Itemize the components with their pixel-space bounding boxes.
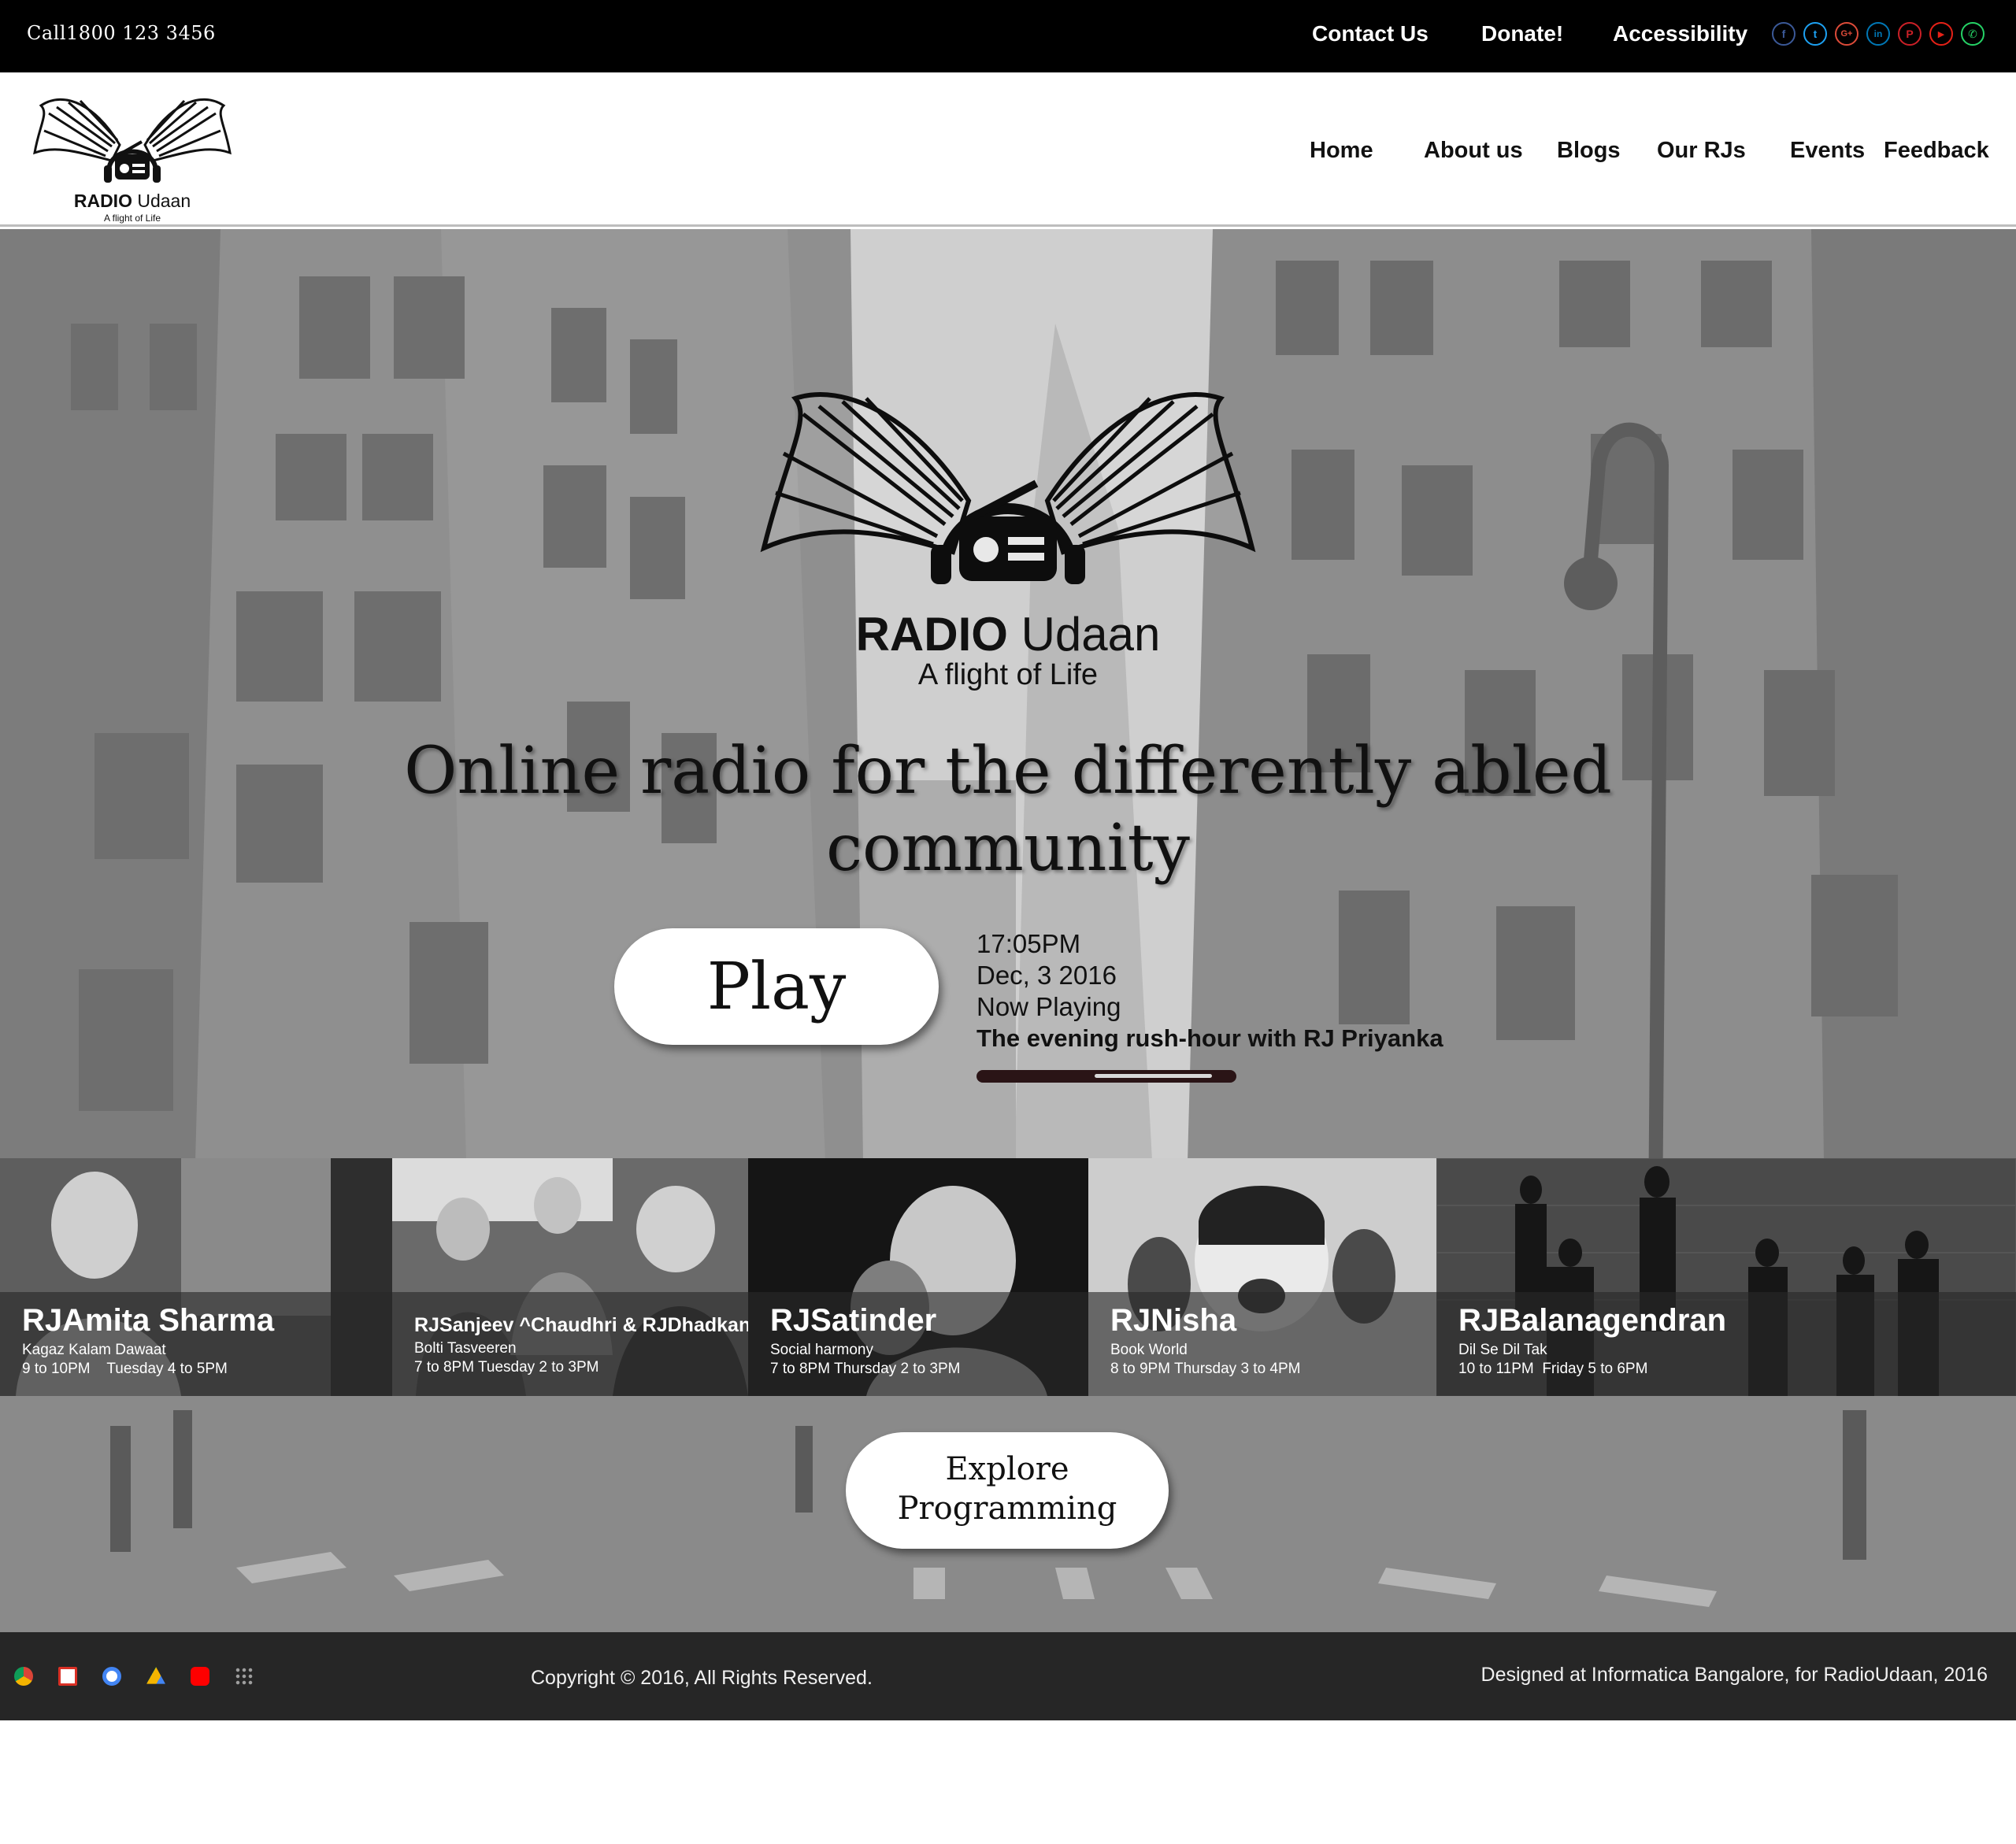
donate-link[interactable]: Donate! [1481, 21, 1563, 46]
google-plus-icon[interactable]: G+ [1835, 22, 1858, 46]
hero-winged-radio-icon [760, 392, 1256, 584]
site-header: RADIO Udaan A flight of Life Home About … [0, 72, 2016, 227]
hero-brand: RADIO Udaan [855, 608, 1161, 661]
twitter-icon[interactable]: t [1803, 22, 1827, 46]
rj-caption: RJNisha Book World 8 to 9PM Thursday 3 t… [1088, 1292, 1436, 1396]
rj-caption: RJSanjeev ^Chaudhri & RJDhadkan Bolti Ta… [392, 1292, 748, 1396]
playback-progress-bar[interactable] [976, 1070, 1236, 1083]
linkedin-icon[interactable]: in [1866, 22, 1890, 46]
rj-time: 10 to 11PM Friday 5 to 6PM [1458, 1361, 1648, 1377]
rj-card-amita[interactable]: RJAmita Sharma Kagaz Kalam Dawaat 9 to 1… [0, 1158, 392, 1396]
whatsapp-icon[interactable]: ✆ [1961, 22, 1984, 46]
rj-name: RJSanjeev ^Chaudhri & RJDhadkan [414, 1314, 748, 1336]
hero-section: RADIO Udaan A flight of Life Online radi… [0, 229, 2016, 1632]
rj-card-nisha[interactable]: RJNisha Book World 8 to 9PM Thursday 3 t… [1088, 1158, 1436, 1396]
gmail-icon[interactable] [58, 1667, 77, 1686]
chrome-icon[interactable] [14, 1667, 33, 1686]
copyright-text: Copyright © 2016, All Rights Reserved. [531, 1667, 873, 1689]
rj-name: RJNisha [1110, 1303, 1237, 1338]
nav-about-us[interactable]: About us [1424, 138, 1523, 164]
nav-home[interactable]: Home [1310, 138, 1373, 164]
rj-card-satinder[interactable]: RJSatinder Social harmony 7 to 8PM Thurs… [748, 1158, 1088, 1396]
hero-tagline: A flight of Life [917, 658, 1099, 691]
now-playing-label: Now Playing [976, 992, 1121, 1021]
accessibility-link[interactable]: Accessibility [1613, 21, 1747, 46]
current-time: 17:05PM [976, 929, 1081, 958]
nav-blogs[interactable]: Blogs [1557, 138, 1621, 164]
nav-events[interactable]: Events [1790, 138, 1865, 164]
rj-name: RJAmita Sharma [22, 1303, 275, 1338]
site-logo[interactable]: RADIO Udaan A flight of Life [33, 90, 232, 224]
pinterest-icon[interactable]: P [1898, 22, 1922, 46]
current-date: Dec, 3 2016 [976, 961, 1117, 990]
logo-brand: RADIO Udaan [73, 191, 191, 211]
rj-show: Social harmony [770, 1342, 873, 1358]
social-links: f t G+ in P ▶ ✆ [1772, 22, 1984, 46]
rj-show: Book World [1110, 1342, 1188, 1358]
rj-caption: RJAmita Sharma Kagaz Kalam Dawaat 9 to 1… [0, 1292, 392, 1396]
rj-time: 7 to 8PM Thursday 2 to 3PM [770, 1361, 961, 1377]
app-shortcuts [14, 1667, 254, 1686]
now-playing-show: The evening rush-hour with RJ Priyanka [976, 1024, 1443, 1052]
rj-strip: RJAmita Sharma Kagaz Kalam Dawaat 9 to 1… [0, 1158, 2016, 1396]
rj-name: RJSatinder [770, 1303, 937, 1338]
rj-caption: RJSatinder Social harmony 7 to 8PM Thurs… [748, 1292, 1088, 1396]
drive-icon[interactable] [146, 1667, 165, 1684]
nav-feedback[interactable]: Feedback [1884, 138, 1989, 164]
site-footer: Copyright © 2016, All Rights Reserved. D… [0, 1632, 2016, 1720]
youtube-icon[interactable]: ▶ [1929, 22, 1953, 46]
rj-card-balanagendran[interactable]: RJBalanagendran Dil Se Dil Tak 10 to 11P… [1436, 1158, 2016, 1396]
youtube-icon[interactable] [191, 1667, 209, 1686]
logo-tagline: A flight of Life [103, 213, 161, 224]
rj-show: Dil Se Dil Tak [1458, 1342, 1547, 1358]
google-icon[interactable] [102, 1667, 121, 1686]
contact-us-link[interactable]: Contact Us [1312, 21, 1429, 46]
top-bar: Call1800 123 3456 Contact Us Donate! Acc… [0, 0, 2016, 72]
rj-card-sanjeev-dhadkan[interactable]: RJSanjeev ^Chaudhri & RJDhadkan Bolti Ta… [392, 1158, 748, 1396]
facebook-icon[interactable]: f [1772, 22, 1796, 46]
rj-time: 8 to 9PM Thursday 3 to 4PM [1110, 1361, 1301, 1377]
rj-caption: RJBalanagendran Dil Se Dil Tak 10 to 11P… [1436, 1292, 2016, 1396]
rj-show: Kagaz Kalam Dawaat [22, 1342, 166, 1358]
nav-our-rjs[interactable]: Our RJs [1657, 138, 1746, 164]
call-number[interactable]: Call1800 123 3456 [27, 22, 216, 44]
playback-progress-fill [1095, 1074, 1212, 1078]
now-playing-panel: 17:05PM Dec, 3 2016 Now Playing The even… [976, 928, 1443, 1054]
rj-time: 7 to 8PM Tuesday 2 to 3PM [414, 1359, 599, 1376]
apps-grid-icon[interactable] [235, 1667, 254, 1686]
rj-show: Bolti Tasveeren [414, 1340, 517, 1357]
play-button[interactable]: Play [614, 928, 939, 1045]
explore-programming-button[interactable]: Explore Programming [846, 1432, 1169, 1549]
designed-by-text: Designed at Informatica Bangalore, for R… [1480, 1664, 1988, 1686]
rj-time: 9 to 10PM Tuesday 4 to 5PM [22, 1361, 228, 1377]
hero-headline: Online radio for the differently abled c… [404, 734, 1612, 886]
winged-radio-icon [33, 98, 232, 183]
rj-name: RJBalanagendran [1458, 1303, 1727, 1338]
